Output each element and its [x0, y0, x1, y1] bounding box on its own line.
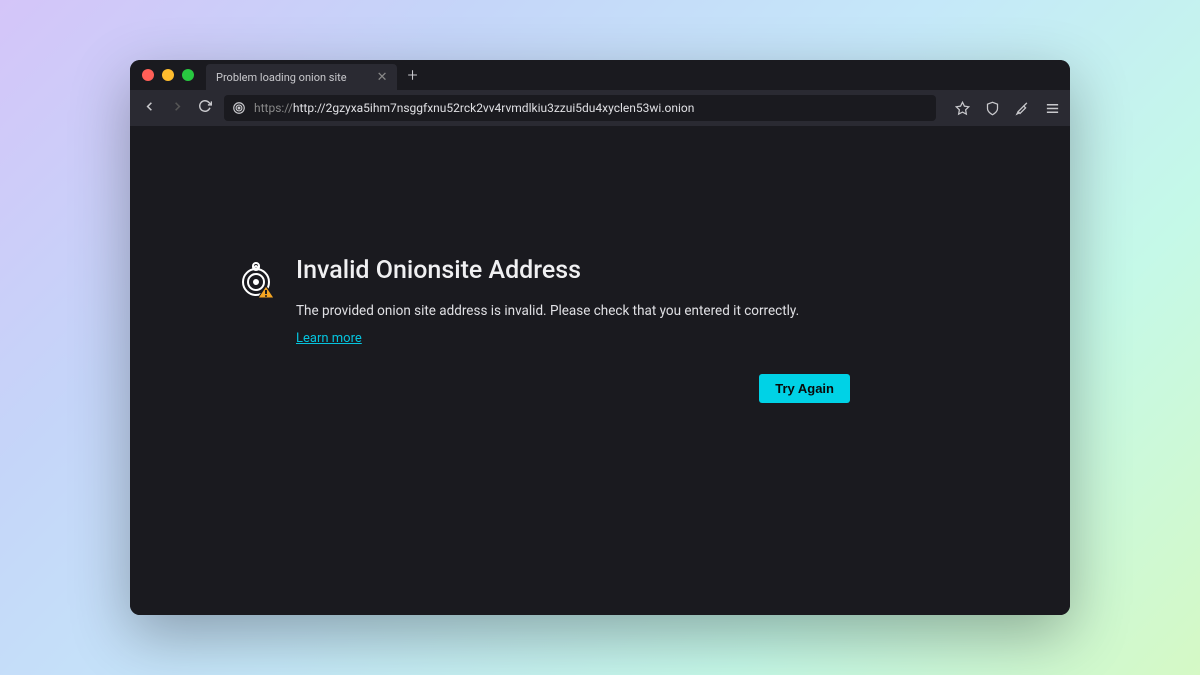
learn-more-link[interactable]: Learn more — [296, 331, 362, 346]
broom-icon[interactable] — [1014, 100, 1030, 116]
bookmark-icon[interactable] — [954, 100, 970, 116]
menu-icon[interactable] — [1044, 100, 1060, 116]
browser-tab[interactable]: Problem loading onion site ✕ — [206, 64, 397, 90]
url-text: https://http://2gzyxa5ihm7nsggfxnu52rck2… — [254, 101, 694, 115]
url-bar[interactable]: https://http://2gzyxa5ihm7nsggfxnu52rck2… — [224, 95, 936, 121]
close-window-button[interactable] — [142, 69, 154, 81]
tab-title: Problem loading onion site — [216, 71, 347, 84]
maximize-window-button[interactable] — [182, 69, 194, 81]
toolbar: https://http://2gzyxa5ihm7nsggfxnu52rck2… — [130, 90, 1070, 126]
onion-warning-icon — [240, 260, 276, 304]
url-main: http://2gzyxa5ihm7nsggfxnu52rck2vv4rvmdl… — [293, 101, 694, 115]
forward-button[interactable] — [168, 99, 186, 118]
close-tab-icon[interactable]: ✕ — [377, 70, 388, 85]
titlebar: Problem loading onion site ✕ + — [130, 60, 1070, 90]
page-content: Invalid Onionsite Address The provided o… — [130, 126, 1070, 615]
error-description: The provided onion site address is inval… — [296, 303, 960, 319]
browser-window: Problem loading onion site ✕ + https://h… — [130, 60, 1070, 615]
new-tab-button[interactable]: + — [407, 65, 417, 86]
try-again-button[interactable]: Try Again — [759, 374, 850, 403]
url-prefix: https:// — [254, 101, 293, 115]
shield-icon[interactable] — [984, 100, 1000, 116]
toolbar-icons — [954, 100, 1060, 116]
onion-lock-icon — [232, 101, 246, 115]
back-button[interactable] — [140, 99, 158, 118]
minimize-window-button[interactable] — [162, 69, 174, 81]
window-controls — [142, 69, 194, 81]
reload-button[interactable] — [196, 99, 214, 117]
error-block: Invalid Onionsite Address The provided o… — [240, 256, 960, 403]
error-text: Invalid Onionsite Address The provided o… — [296, 256, 960, 403]
error-title: Invalid Onionsite Address — [296, 256, 960, 285]
